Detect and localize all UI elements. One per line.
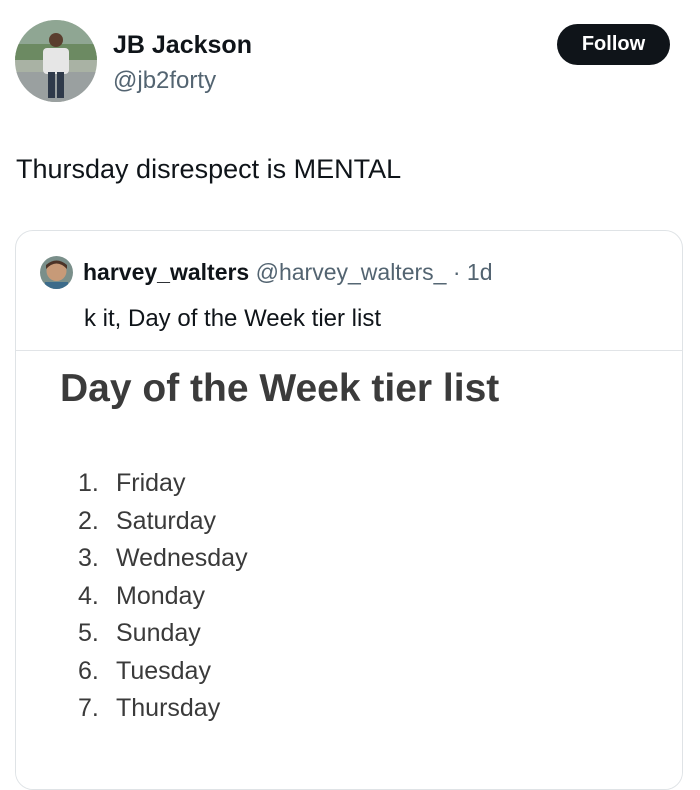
- tier-day: Saturday: [116, 506, 217, 535]
- tier-day: Monday: [116, 581, 205, 610]
- tier-rank: 7.: [78, 694, 99, 722]
- tier-rank: 3.: [78, 544, 99, 572]
- tier-list-item: 3. Wednesday: [78, 540, 248, 578]
- quoted-tweet-card[interactable]: harvey_walters @harvey_walters_ · 1d k i…: [15, 230, 683, 790]
- tier-list-item: 2. Saturday: [78, 503, 248, 541]
- header-separator: ·: [452, 259, 461, 285]
- tier-list-item: 7. Thursday: [78, 690, 248, 728]
- tier-list: 1. Friday 2. Saturday 3. Wednesday 4. Monday…: [78, 465, 248, 728]
- tier-rank: 5.: [78, 619, 99, 647]
- tier-day: Wednesday: [116, 544, 248, 572]
- quoted-attached-image[interactable]: Day of the Week tier list 1. Friday 2. Sat…: [16, 351, 682, 789]
- tier-rank: 6.: [78, 656, 99, 685]
- tier-list-title: Day of the Week tier list: [60, 367, 500, 410]
- quoted-tweet-text: k it, Day of the Week tier list: [84, 305, 381, 332]
- tier-list-item: 6. Tuesday: [78, 653, 248, 691]
- tier-rank: 2.: [78, 506, 99, 535]
- tier-rank: 1.: [78, 469, 99, 497]
- author-display-name[interactable]: JB Jackson: [113, 30, 252, 60]
- quoted-handle[interactable]: @harvey_walters_: [256, 259, 447, 285]
- tier-day: Sunday: [116, 619, 201, 647]
- tier-day: Friday: [116, 469, 186, 497]
- quoted-display-name[interactable]: harvey_walters: [83, 259, 249, 285]
- quoted-timestamp[interactable]: 1d: [467, 259, 493, 285]
- tier-list-item: 5. Sunday: [78, 615, 248, 653]
- quoted-author-avatar[interactable]: [40, 256, 73, 289]
- tier-day: Thursday: [116, 694, 221, 722]
- author-handle[interactable]: @jb2forty: [113, 67, 216, 95]
- quoted-avatar-photo: [40, 256, 73, 289]
- tier-rank: 4.: [78, 581, 99, 610]
- tier-list-item: 1. Friday: [78, 465, 248, 503]
- follow-button[interactable]: Follow: [557, 24, 670, 65]
- tier-day: Tuesday: [116, 656, 211, 685]
- tweet-text: Thursday disrespect is MENTAL: [16, 154, 402, 184]
- quoted-header: harvey_walters @harvey_walters_ · 1d: [83, 258, 493, 286]
- crop-mark: [16, 311, 19, 339]
- author-avatar-photo: [15, 20, 97, 102]
- author-avatar[interactable]: [15, 20, 97, 102]
- tier-list-item: 4. Monday: [78, 578, 248, 616]
